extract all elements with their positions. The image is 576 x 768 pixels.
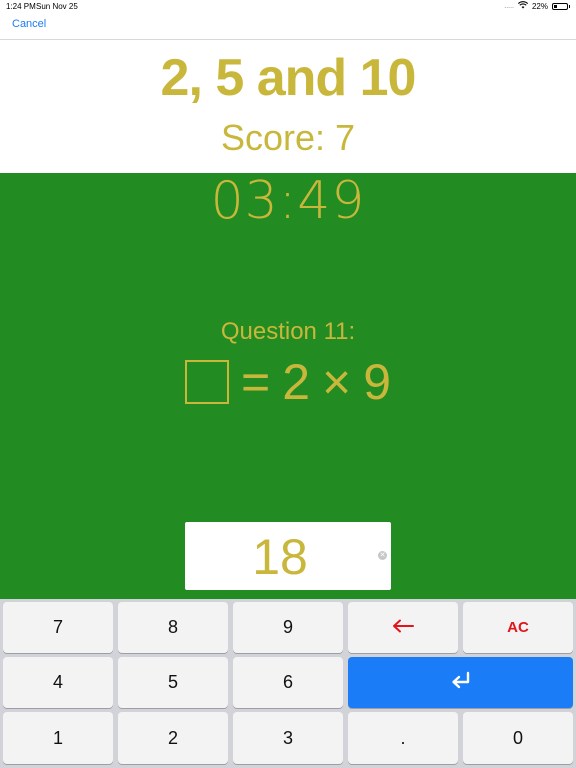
- quiz-header: 2, 5 and 10 Score: 7: [0, 40, 576, 173]
- clear-input-icon[interactable]: ✕: [378, 551, 387, 560]
- key-8[interactable]: 8: [118, 602, 228, 653]
- answer-field[interactable]: 18 ✕: [185, 522, 391, 590]
- battery-percent: 22%: [531, 1, 548, 11]
- quiz-title: 2, 5 and 10: [160, 49, 417, 107]
- operator-sign: ×: [322, 354, 352, 410]
- wifi-icon: [517, 1, 529, 11]
- key-2[interactable]: 2: [118, 712, 228, 764]
- backspace-arrow-icon: [392, 617, 414, 638]
- equation: = 2 × 9: [0, 353, 576, 411]
- operand-1: 2: [282, 354, 310, 410]
- battery-icon: [552, 2, 570, 10]
- number-keypad: 7 8 9 AC 4 5 6 1 2 3 . 0: [0, 599, 576, 768]
- key-4[interactable]: 4: [3, 657, 113, 708]
- score-label: Score: 7: [220, 117, 356, 158]
- navigation-bar: Cancel: [0, 12, 576, 40]
- key-1[interactable]: 1: [3, 712, 113, 764]
- enter-key[interactable]: [348, 657, 573, 708]
- cancel-button[interactable]: Cancel: [12, 18, 46, 30]
- all-clear-key[interactable]: AC: [463, 602, 573, 653]
- equals-sign: =: [240, 354, 271, 410]
- question-panel: 03:49 Question 11: = 2 × 9 18 ✕: [0, 171, 576, 599]
- key-9[interactable]: 9: [233, 602, 343, 653]
- status-right: ..... 22%: [504, 1, 570, 11]
- question-number: Question 11:: [220, 318, 356, 345]
- answer-value: 18: [252, 529, 308, 585]
- status-time: 1:24 PM: [6, 2, 36, 11]
- answer-blank-box: [184, 360, 229, 404]
- key-7[interactable]: 7: [3, 602, 113, 653]
- backspace-key[interactable]: [348, 602, 458, 653]
- status-bar: 1:24 PM Sun Nov 25 ..... 22%: [0, 0, 576, 12]
- key-3[interactable]: 3: [233, 712, 343, 764]
- status-date: Sun Nov 25: [36, 2, 78, 11]
- countdown-timer: 03:49: [210, 171, 366, 231]
- operand-2: 9: [363, 354, 392, 410]
- key-5[interactable]: 5: [118, 657, 228, 708]
- key-0[interactable]: 0: [463, 712, 573, 764]
- decimal-key[interactable]: .: [348, 712, 458, 764]
- return-arrow-icon: [450, 671, 472, 694]
- key-6[interactable]: 6: [233, 657, 343, 708]
- signal-icon: .....: [504, 2, 514, 10]
